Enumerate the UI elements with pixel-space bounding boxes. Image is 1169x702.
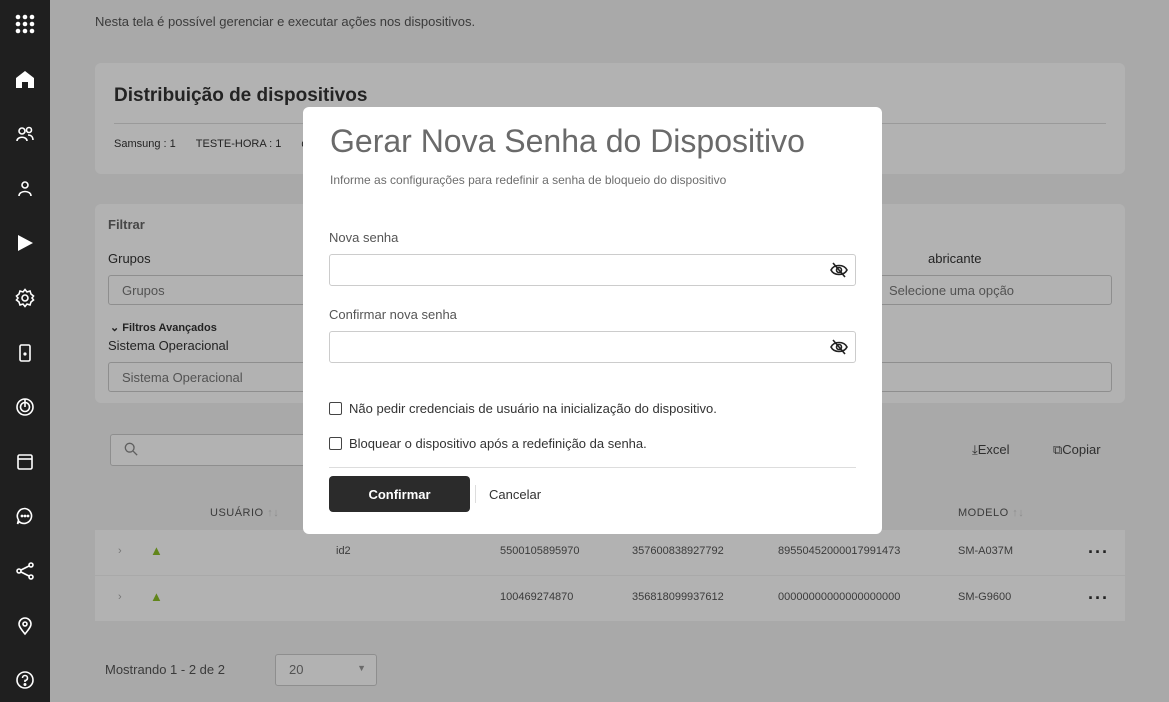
settings-icon[interactable] <box>12 285 38 311</box>
no-credentials-label: Não pedir credenciais de usuário na inic… <box>349 401 717 416</box>
checkbox-box[interactable] <box>329 437 342 450</box>
share-icon[interactable] <box>12 558 38 584</box>
confirm-button[interactable]: Confirmar <box>329 476 470 512</box>
apps-grid-icon[interactable] <box>12 11 38 37</box>
location-icon[interactable] <box>12 613 38 639</box>
divider <box>329 467 856 468</box>
users-icon[interactable] <box>12 121 38 147</box>
chat-icon[interactable] <box>12 503 38 529</box>
new-password-input[interactable] <box>329 254 856 286</box>
eye-off-icon[interactable] <box>830 262 848 278</box>
eye-off-icon[interactable] <box>830 339 848 355</box>
reset-password-modal: Gerar Nova Senha do Dispositivo Informe … <box>303 107 882 534</box>
calendar-icon[interactable] <box>12 449 38 475</box>
help-icon[interactable] <box>12 667 38 693</box>
user-icon[interactable] <box>12 176 38 202</box>
device-icon[interactable] <box>12 340 38 366</box>
sidebar <box>0 0 50 702</box>
modal-subtitle: Informe as configurações para redefinir … <box>330 173 727 187</box>
no-credentials-checkbox[interactable]: Não pedir credenciais de usuário na inic… <box>329 401 717 416</box>
home-icon[interactable] <box>12 66 38 92</box>
confirm-password-input[interactable] <box>329 331 856 363</box>
confirm-password-label: Confirmar nova senha <box>329 307 457 322</box>
radar-icon[interactable] <box>12 394 38 420</box>
lock-device-label: Bloquear o dispositivo após a redefiniçã… <box>349 436 647 451</box>
lock-device-checkbox[interactable]: Bloquear o dispositivo após a redefiniçã… <box>329 436 647 451</box>
modal-title: Gerar Nova Senha do Dispositivo <box>330 123 805 159</box>
cancel-button[interactable]: Cancelar <box>489 487 541 502</box>
play-store-icon[interactable] <box>12 230 38 256</box>
divider <box>475 485 476 503</box>
new-password-label: Nova senha <box>329 230 399 245</box>
checkbox-box[interactable] <box>329 402 342 415</box>
